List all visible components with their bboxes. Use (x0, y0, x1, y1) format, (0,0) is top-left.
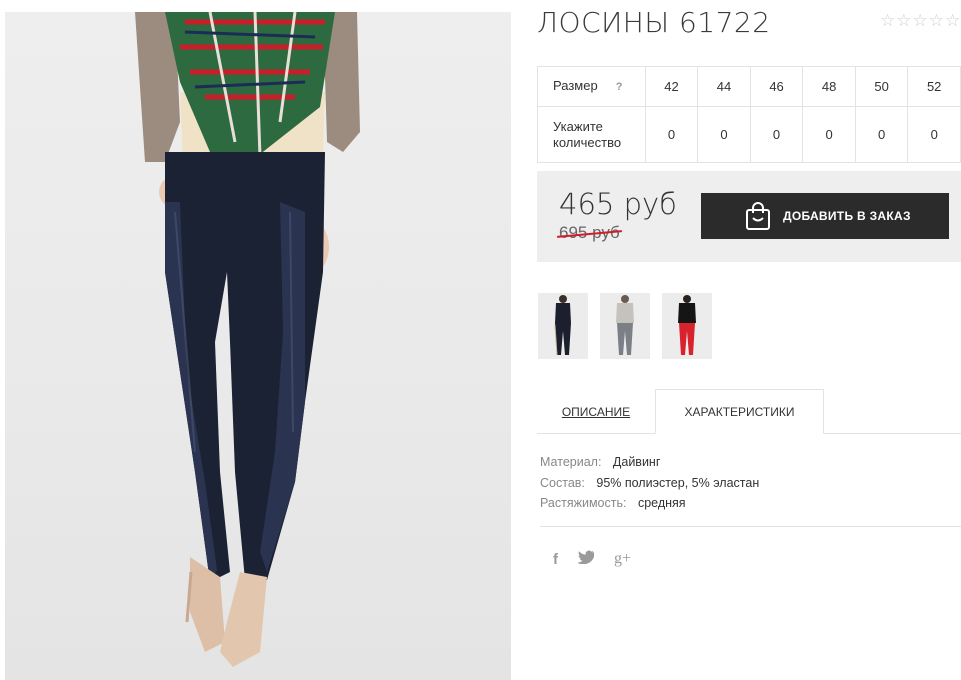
facebook-icon[interactable]: f (553, 551, 558, 568)
star-icon[interactable]: ☆ (896, 12, 911, 29)
quantity-input[interactable]: 0 (802, 106, 856, 163)
size-cell: 42 (644, 66, 699, 107)
characteristic-row: Растяжимость: средняя (540, 493, 759, 514)
price-box: 465 руб 695 руб ДОБАВИТЬ В ЗАКАЗ (537, 171, 961, 262)
add-to-order-label: ДОБАВИТЬ В ЗАКАЗ (783, 209, 911, 223)
social-share: f g+ (553, 550, 631, 568)
characteristic-value: средняя (637, 496, 686, 510)
twitter-icon[interactable] (576, 550, 597, 568)
characteristic-row: Материал: Дайвинг (540, 452, 759, 473)
quantity-label: Укажите количество (537, 106, 646, 163)
old-price: 695 руб (559, 223, 620, 242)
product-main-image[interactable] (5, 12, 511, 680)
star-icon[interactable]: ☆ (913, 12, 928, 29)
characteristics-list: Материал: Дайвинг Состав: 95% полиэстер,… (540, 452, 759, 514)
size-row: Размер? 42 44 46 48 50 52 (537, 66, 961, 107)
shopping-bag-icon (746, 202, 770, 230)
product-tabs: ОПИСАНИЕ ХАРАКТЕРИСТИКИ (537, 389, 961, 434)
size-label: Размер (553, 78, 598, 93)
characteristic-value: Дайвинг (612, 455, 661, 469)
quantity-input[interactable]: 0 (907, 106, 961, 163)
rating-stars[interactable]: ☆ ☆ ☆ ☆ ☆ (880, 12, 960, 29)
quantity-input[interactable]: 0 (644, 106, 699, 163)
googleplus-icon[interactable]: g+ (614, 550, 631, 568)
thumbnail-black[interactable] (538, 293, 588, 359)
star-icon[interactable]: ☆ (945, 12, 960, 29)
size-cell: 50 (854, 66, 909, 107)
characteristic-key: Состав: (540, 475, 585, 490)
product-title: ЛОСИНЫ 61722 (537, 6, 771, 39)
size-cell: 46 (749, 66, 804, 107)
size-table: Размер? 42 44 46 48 50 52 Укажите количе… (537, 66, 961, 163)
current-price: 465 руб (559, 187, 677, 221)
section-divider (540, 526, 961, 527)
characteristic-value: 95% полиэстер, 5% эластан (596, 475, 760, 490)
star-icon[interactable]: ☆ (880, 12, 895, 29)
size-cell: 52 (907, 66, 961, 107)
characteristic-key: Материал: (540, 455, 602, 469)
quantity-row: Укажите количество 0 0 0 0 0 0 (537, 106, 961, 163)
quantity-input[interactable]: 0 (749, 106, 804, 163)
quantity-input[interactable]: 0 (697, 106, 751, 163)
thumbnail-grey[interactable] (600, 293, 650, 359)
size-help-icon[interactable]: ? (616, 81, 623, 93)
add-to-order-button[interactable]: ДОБАВИТЬ В ЗАКАЗ (701, 193, 949, 239)
tab-characteristics[interactable]: ХАРАКТЕРИСТИКИ (655, 389, 824, 434)
characteristic-row: Состав: 95% полиэстер, 5% эластан (540, 473, 759, 494)
thumbnail-red[interactable] (662, 293, 712, 359)
size-cell: 44 (697, 66, 751, 107)
thumbnail-list (538, 293, 712, 359)
size-cell: 48 (802, 66, 856, 107)
quantity-input[interactable]: 0 (854, 106, 909, 163)
star-icon[interactable]: ☆ (929, 12, 944, 29)
tab-description[interactable]: ОПИСАНИЕ (537, 389, 655, 434)
characteristic-key: Растяжимость: (540, 496, 627, 510)
